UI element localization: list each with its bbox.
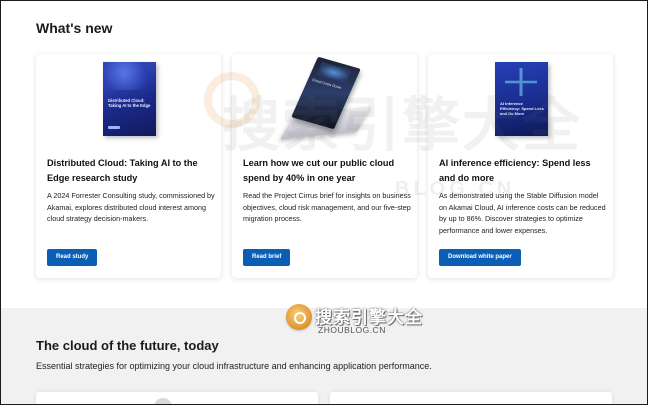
card-cloud-spend[interactable]: Cloud Costs Down Learn how we cut our pu… bbox=[232, 54, 417, 278]
card-image: AI Inference Efficiency: Spend Less and … bbox=[428, 54, 613, 146]
whats-new-section: What's new Distributed Cloud: Taking AI … bbox=[0, 0, 648, 308]
read-brief-button[interactable]: Read brief bbox=[243, 249, 291, 266]
card-description: A 2024 Forrester Consulting study, commi… bbox=[47, 191, 215, 223]
cover-text: AI Inference Efficiency: Spend Less and … bbox=[500, 101, 544, 116]
watermark-url: ZHOUBLOG.CN bbox=[318, 325, 386, 335]
card-description: Read the Project Cirrus brief for insigh… bbox=[243, 191, 411, 223]
report-cover-image: Distributed Cloud: Taking AI to the Edge bbox=[103, 62, 156, 136]
section-subtitle: Essential strategies for optimizing your… bbox=[36, 361, 432, 371]
card-ai-inference[interactable]: AI Inference Efficiency: Spend Less and … bbox=[428, 54, 613, 278]
watermark-badge-icon bbox=[286, 304, 312, 330]
card-title[interactable]: AI inference efficiency: Spend less and … bbox=[439, 156, 607, 186]
card-title[interactable]: Learn how we cut our public cloud spend … bbox=[243, 156, 411, 186]
card-image: Cloud Costs Down bbox=[232, 54, 417, 146]
card-description: As demonstrated using the Stable Diffusi… bbox=[439, 191, 606, 235]
cover-text: Distributed Cloud: Taking AI to the Edge bbox=[108, 98, 151, 108]
feature-card[interactable] bbox=[36, 392, 318, 405]
read-study-button[interactable]: Read study bbox=[47, 249, 98, 266]
download-white-paper-button[interactable]: Download white paper bbox=[439, 249, 521, 266]
card-title[interactable]: Distributed Cloud: Taking AI to the Edge… bbox=[47, 156, 215, 186]
section-title: What's new bbox=[36, 20, 113, 36]
feature-card[interactable] bbox=[330, 392, 612, 405]
akamai-logo-icon bbox=[108, 126, 120, 129]
cover-text: Cloud Costs Down bbox=[311, 77, 342, 90]
section-title: The cloud of the future, today bbox=[36, 338, 219, 353]
card-image: Distributed Cloud: Taking AI to the Edge bbox=[36, 54, 221, 146]
card-distributed-cloud[interactable]: Distributed Cloud: Taking AI to the Edge… bbox=[36, 54, 221, 278]
white-paper-cover-image: AI Inference Efficiency: Spend Less and … bbox=[495, 62, 548, 136]
